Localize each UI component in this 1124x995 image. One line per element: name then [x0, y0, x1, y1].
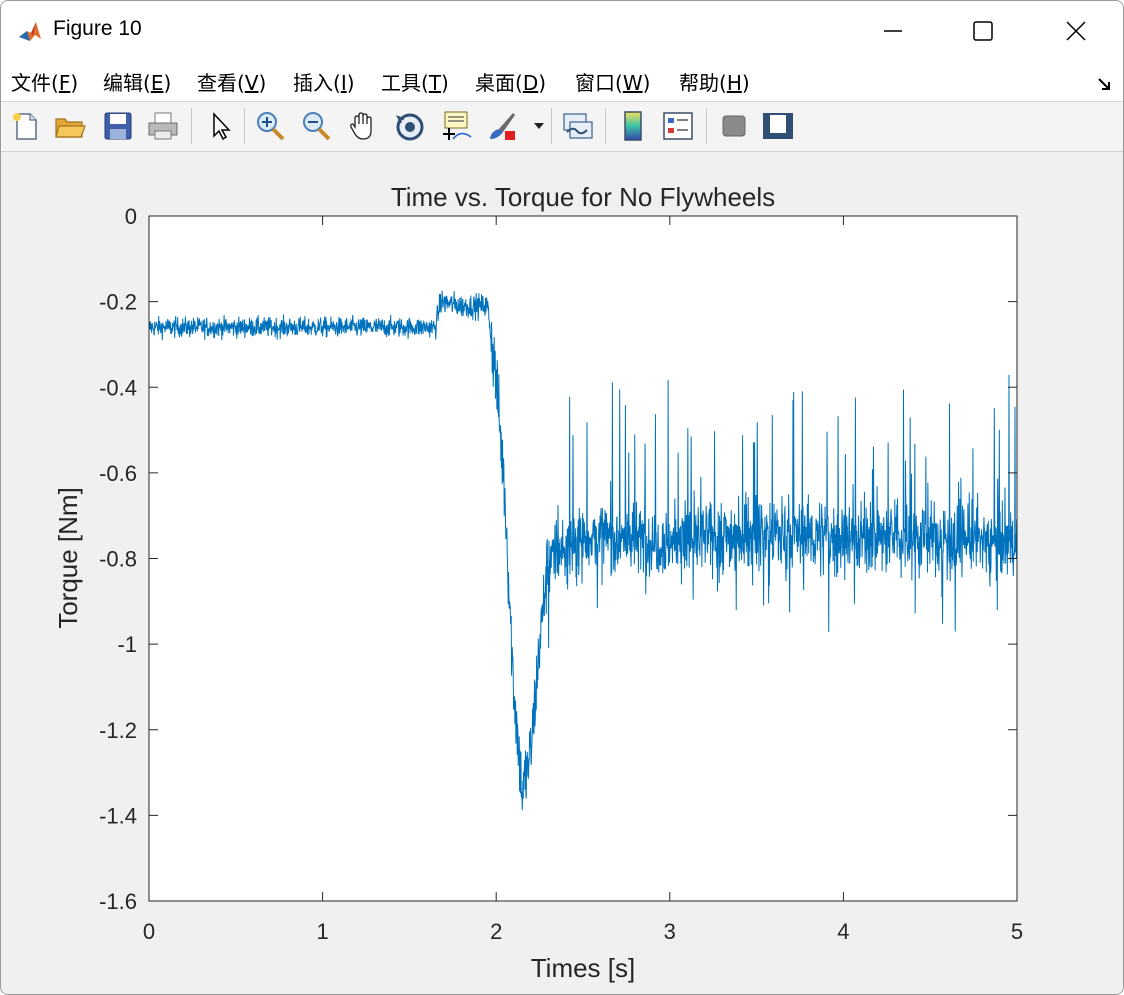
close-icon: [1066, 21, 1086, 41]
insert-colorbar-button[interactable]: [616, 109, 650, 143]
open-button[interactable]: [53, 109, 87, 143]
minimize-icon: [884, 30, 902, 32]
hide-plot-tools-button[interactable]: [717, 109, 751, 143]
rotate-3d-button[interactable]: [393, 109, 427, 143]
figure-toolbar: [1, 102, 1123, 152]
x-tick-label: 4: [837, 919, 849, 944]
pointer-icon: [213, 112, 231, 141]
x-tick-label: 1: [316, 919, 328, 944]
print-button[interactable]: [146, 109, 180, 143]
legend-icon: [663, 112, 693, 140]
open-icon: [55, 118, 86, 138]
title-bar[interactable]: Figure 10: [1, 1, 1123, 61]
y-tick-label: 0: [125, 204, 137, 229]
x-tick-label: 2: [490, 919, 502, 944]
pan-icon: [350, 112, 372, 140]
maximize-icon: [973, 21, 993, 41]
y-tick-label: -1.2: [99, 718, 137, 743]
close-button[interactable]: [1031, 1, 1123, 61]
show-plot-tools-icon: [763, 113, 793, 139]
figure-window: Figure 10 文件(F) 编辑(E) 查看(V) 插入(I) 工具(T) …: [0, 0, 1124, 995]
x-tick-label: 5: [1011, 919, 1023, 944]
x-axis-label: Times [s]: [531, 953, 635, 983]
y-axis-label: Torque [Nm]: [53, 487, 83, 629]
y-tick-label: -1.6: [99, 889, 137, 914]
link-plot-button[interactable]: [561, 109, 595, 143]
y-tick-label: -0.2: [99, 290, 137, 315]
rotate-icon: [396, 113, 424, 141]
y-tick-label: -0.6: [99, 461, 137, 486]
data-cursor-icon: [443, 111, 472, 140]
menu-tools[interactable]: 工具(T): [381, 67, 449, 96]
window-title: Figure 10: [53, 17, 142, 40]
toolbar-separator: [706, 108, 707, 144]
plot-canvas[interactable]: 0 1 2 3 4 5 0 -0.2 -0.4 -0.6 -0.8 -1 -1.2 -1.4 -1.6 Ti…: [1, 152, 1123, 994]
zoom-out-button[interactable]: [299, 109, 333, 143]
y-tick-label: -1.4: [99, 803, 137, 828]
toolbar-separator: [551, 108, 552, 144]
menu-view[interactable]: 查看(V): [197, 67, 266, 96]
menu-help[interactable]: 帮助(H): [679, 67, 750, 96]
zoom-out-icon: [303, 112, 331, 141]
matlab-icon: [17, 19, 43, 45]
toolbar-toggle-arrow-icon[interactable]: [1095, 73, 1115, 93]
chart-title: Time vs. Torque for No Flywheels: [391, 182, 775, 212]
menu-desktop[interactable]: 桌面(D): [475, 67, 546, 96]
print-icon: [148, 112, 178, 140]
toolbar-separator: [605, 108, 606, 144]
menu-edit[interactable]: 编辑(E): [103, 67, 171, 96]
menu-file[interactable]: 文件(F): [11, 67, 78, 96]
new-figure-button[interactable]: [9, 109, 43, 143]
y-tick-label: -0.4: [99, 375, 137, 400]
colorbar-icon: [624, 111, 642, 141]
brush-icon: [490, 113, 515, 140]
edit-plot-button[interactable]: [203, 109, 237, 143]
link-plot-icon: [563, 113, 593, 139]
y-tick-label: -1: [117, 632, 137, 657]
save-icon: [104, 112, 132, 140]
pan-button[interactable]: [346, 109, 380, 143]
y-tick-label: -0.8: [99, 547, 137, 572]
brush-button[interactable]: [485, 109, 519, 143]
new-figure-icon: [13, 113, 37, 140]
toolbar-separator: [191, 108, 192, 144]
save-button[interactable]: [101, 109, 135, 143]
zoom-in-button[interactable]: [253, 109, 287, 143]
toolbar-separator: [244, 108, 245, 144]
figure-canvas[interactable]: 0 1 2 3 4 5 0 -0.2 -0.4 -0.6 -0.8 -1 -1.2 -1.4 -1.6 Ti…: [1, 152, 1123, 994]
menu-insert[interactable]: 插入(I): [293, 67, 355, 96]
maximize-button[interactable]: [937, 1, 1029, 61]
show-plot-tools-button[interactable]: [761, 109, 795, 143]
x-tick-label: 3: [664, 919, 676, 944]
x-tick-label: 0: [143, 919, 155, 944]
brush-dropdown-icon[interactable]: [533, 122, 545, 130]
minimize-button[interactable]: [847, 1, 939, 61]
menu-bar: 文件(F) 编辑(E) 查看(V) 插入(I) 工具(T) 桌面(D) 窗口(W…: [1, 61, 1123, 102]
hide-plot-tools-icon: [722, 115, 746, 137]
insert-legend-button[interactable]: [661, 109, 695, 143]
data-cursor-button[interactable]: [439, 109, 473, 143]
menu-window[interactable]: 窗口(W): [575, 67, 650, 96]
zoom-in-icon: [257, 112, 285, 141]
